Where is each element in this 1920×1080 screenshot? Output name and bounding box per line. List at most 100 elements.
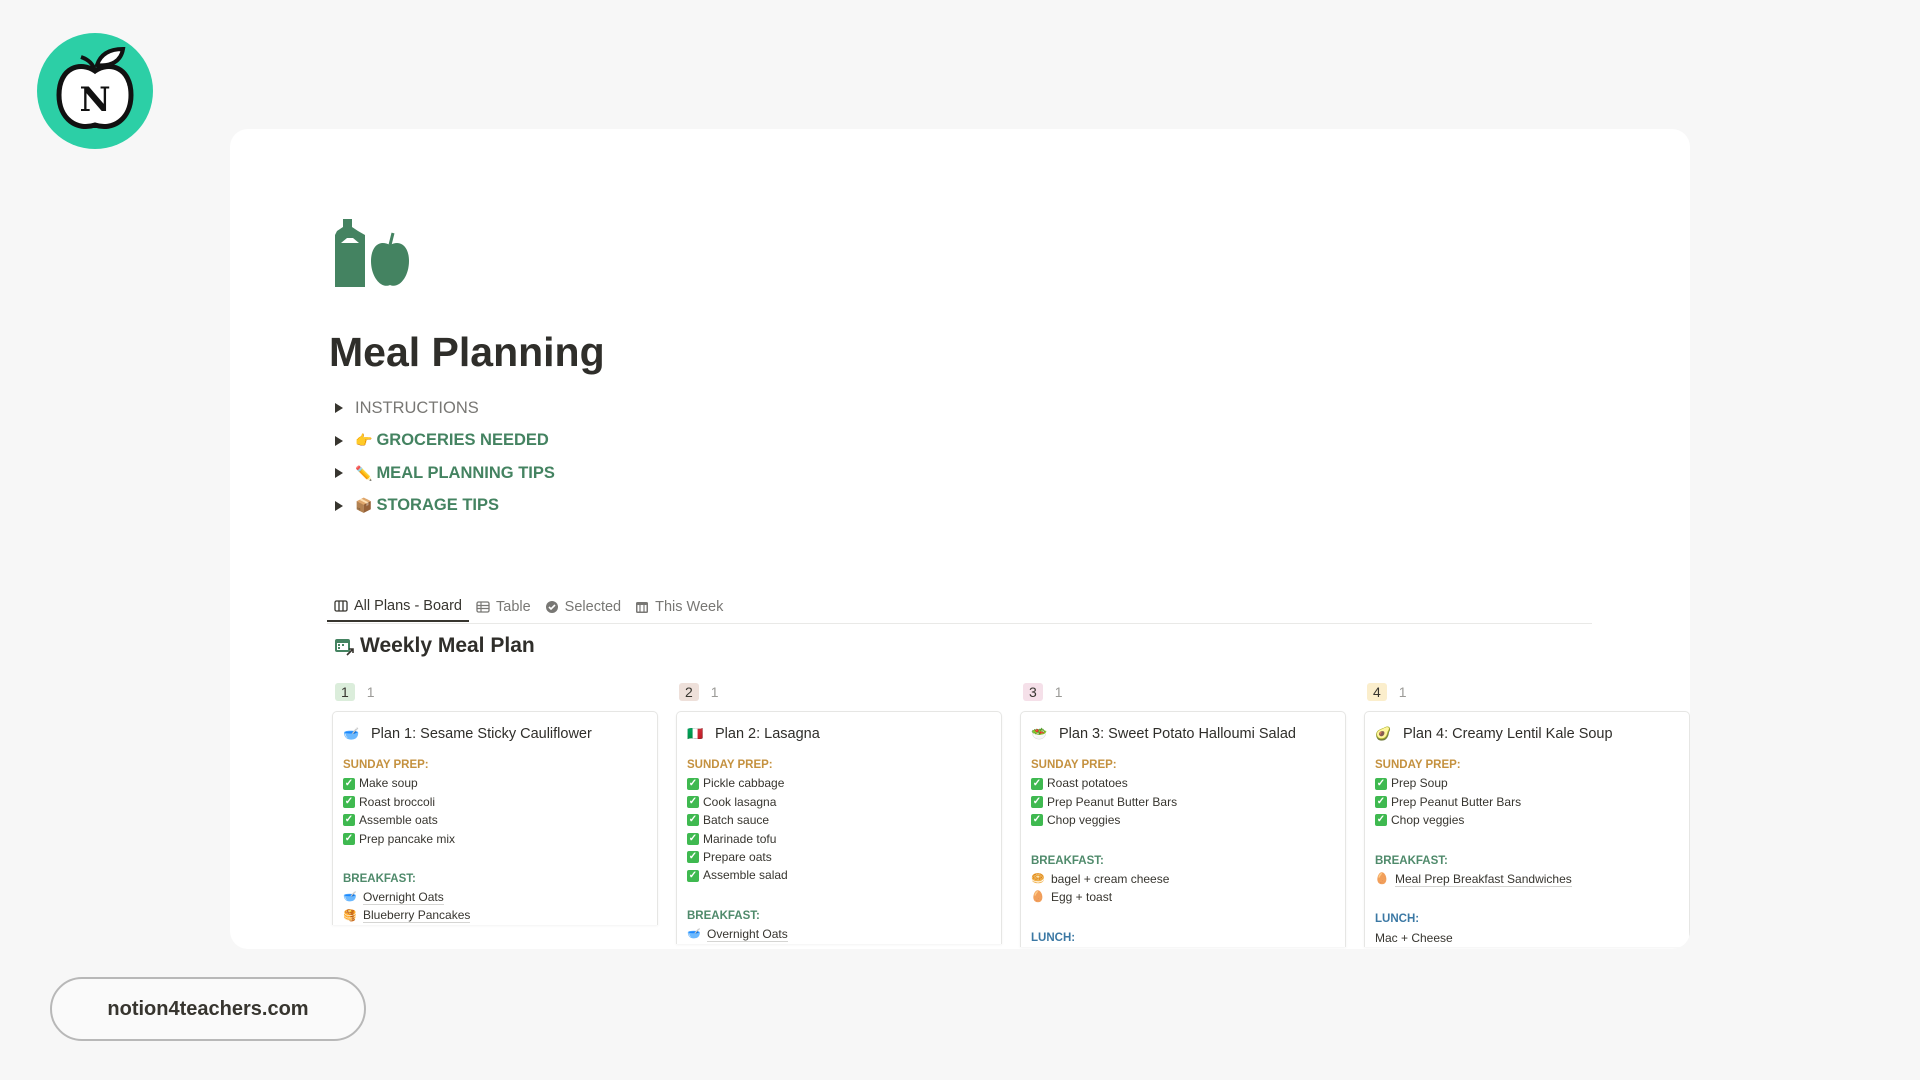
board-column: 1 1 🥣 Plan 1: Sesame Sticky Cauliflower SUND… [332,681,658,926]
toggle-emoji-icon: ✏️ [355,464,373,481]
tab-label: All Plans - Board [354,597,462,614]
board-view: 1 1 🥣 Plan 1: Sesame Sticky Cauliflower SUND… [332,681,1690,948]
board-card[interactable]: 🥗 Plan 3: Sweet Potato Halloumi Salad SUND… [1020,711,1346,948]
card-emoji-icon: 🥣 [343,726,360,741]
list-item: ✓ Assemble oats [343,811,647,829]
list-item[interactable]: 🥣 Overnight Oats [687,925,991,943]
item-emoji-icon: 🥣 [343,891,357,904]
group-badge: 2 [679,683,699,701]
group-header: 31 [1020,681,1346,703]
card-title-text: Plan 1: Sesame Sticky Cauliflower [371,726,592,742]
card-title: 🥣 Plan 1: Sesame Sticky Cauliflower [343,724,647,744]
list-item: ✓ Roast broccoli [343,793,647,811]
item-text: Pickle cabbage [703,776,785,791]
triangle-right-icon[interactable] [335,403,343,414]
item-text: Roast potatoes [1047,776,1128,791]
group-header: 21 [676,681,1002,703]
list-item: ✓ Prepare oats [687,848,991,866]
list-item: ✓ Prep pancake mix [343,830,647,848]
checkmark-icon: ✓ [687,795,699,808]
toggle-list: INSTRUCTIONS 👉 GROCERIES NEEDED ✏️ MEAL PLAN… [335,392,555,522]
tab-this-week[interactable]: This Week [628,591,730,622]
triangle-right-icon[interactable] [335,500,343,511]
board-card[interactable]: 🥣 Plan 1: Sesame Sticky Cauliflower SUNDAY… [332,711,658,926]
board-icon [334,599,348,612]
card-section: BREAKFAST: 🥣 Overnight Oats [687,907,991,944]
group-count: 1 [366,684,375,700]
toggle-label: MEAL PLANNING TIPS [376,463,555,482]
view-tabs: All Plans - Board Table Selected This Week [327,591,1592,624]
tab-table[interactable]: Table [469,591,538,622]
card-title: 🥗 Plan 3: Sweet Potato Halloumi Salad [1031,724,1335,744]
tab-label: This Week [655,598,724,615]
triangle-right-icon[interactable] [335,435,343,446]
tab-label: Selected [564,598,622,615]
section-label: SUNDAY PREP: [1375,759,1461,771]
item-text: Prepare oats [703,849,772,864]
list-item: Mac + Cheese [1375,929,1679,947]
card-emoji-icon: 🇮🇹 [687,726,704,741]
toggle-storage-tips[interactable]: 📦 STORAGE TIPS [335,490,555,523]
database-title-text: Weekly Meal Plan [360,634,535,657]
section-label: SUNDAY PREP: [687,759,773,771]
list-item[interactable]: 🥣 Overnight Oats [343,888,647,906]
tab-selected[interactable]: Selected [538,591,628,622]
board-card[interactable]: 🇮🇹 Plan 2: Lasagna SUNDAY PREP: ✓ Pickle cab… [676,711,1002,944]
list-item: ✓ Prep Peanut Butter Bars [1375,793,1679,811]
apple-n-logo-icon: N [56,46,134,129]
tab-all-plans-board[interactable]: All Plans - Board [327,591,469,622]
checkmark-icon: ✓ [687,777,699,790]
toggle-instructions[interactable]: INSTRUCTIONS [335,392,555,425]
website-link-button[interactable]: notion4teachers.com [50,977,366,1041]
list-item: ✓ Chop veggies [1031,811,1335,829]
toggle-emoji-icon: 👉 [355,432,373,449]
item-text: Batch sauce [703,813,770,828]
toggle-meal-planning-tips[interactable]: ✏️ MEAL PLANNING TIPS [335,457,555,490]
board-column: 4 1 🥑 Plan 4: Creamy Lentil Kale Soup SUNDAY… [1364,681,1690,948]
checkmark-icon: ✓ [343,814,355,827]
item-emoji-icon: 🥚 [1031,891,1045,904]
verified-check-icon [545,600,558,613]
section-label: LUNCH: [1375,913,1420,926]
card-emoji-icon: 🥗 [1031,726,1048,741]
item-text: Mac + Cheese [1375,930,1453,945]
section-label: SUNDAY PREP: [343,759,429,771]
list-item: ✓ Batch sauce [687,811,991,829]
board-column: 2 1 🇮🇹 Plan 2: Lasagna SUNDAY PREP: ✓ Pickle c… [676,681,1002,944]
group-header: 41 [1364,681,1690,703]
list-item[interactable]: 🥞 Blueberry Pancakes [343,907,647,925]
group-header: 11 [332,681,658,703]
item-text: Overnight Oats [363,890,444,906]
list-item: ✓ Marinade tofu [687,830,991,848]
item-text: Roast broccoli [359,794,436,809]
notion4teachers-logo: N [37,33,153,149]
list-item: ✓ Prep Peanut Butter Bars [1031,793,1335,811]
list-item: ✓ Make soup [343,774,647,792]
group-count: 1 [1054,684,1063,700]
card-section: BREAKFAST: 🥚 Meal Prep Breakfast Sandwiche… [1375,852,1679,889]
group-badge: 3 [1023,683,1043,701]
checkmark-icon: ✓ [687,832,699,845]
board-card[interactable]: 🥑 Plan 4: Creamy Lentil Kale Soup SUNDAY P… [1364,711,1690,948]
checkmark-icon: ✓ [1031,795,1043,808]
card-section: LUNCH: Mac + Cheese [1375,910,1679,947]
group-count: 1 [710,684,719,700]
item-text: Overnight Oats [707,926,788,942]
item-text: Assemble oats [359,813,438,828]
card-title-text: Plan 3: Sweet Potato Halloumi Salad [1059,726,1296,742]
card-title: 🇮🇹 Plan 2: Lasagna [687,724,991,744]
card-section: SUNDAY PREP: ✓ Pickle cabbage ✓ Cook lasagna… [687,756,991,885]
item-text: Blueberry Pancakes [363,908,471,924]
checkmark-icon: ✓ [1031,814,1043,827]
section-label: SUNDAY PREP: [1031,759,1117,771]
page-title: Meal Planning [329,329,605,375]
toggle-emoji-icon: 📦 [355,497,373,514]
website-text: notion4teachers.com [107,997,309,1020]
notion-page: Meal Planning INSTRUCTIONS 👉 GROCERIES NEE… [230,129,1690,949]
triangle-right-icon[interactable] [335,468,343,479]
item-emoji-icon: 🥞 [343,909,357,922]
toggle-groceries-needed[interactable]: 👉 GROCERIES NEEDED [335,425,555,458]
group-badge: 4 [1367,683,1387,701]
list-item[interactable]: 🥚 Meal Prep Breakfast Sandwiches [1375,870,1679,888]
card-title-text: Plan 2: Lasagna [715,726,820,742]
